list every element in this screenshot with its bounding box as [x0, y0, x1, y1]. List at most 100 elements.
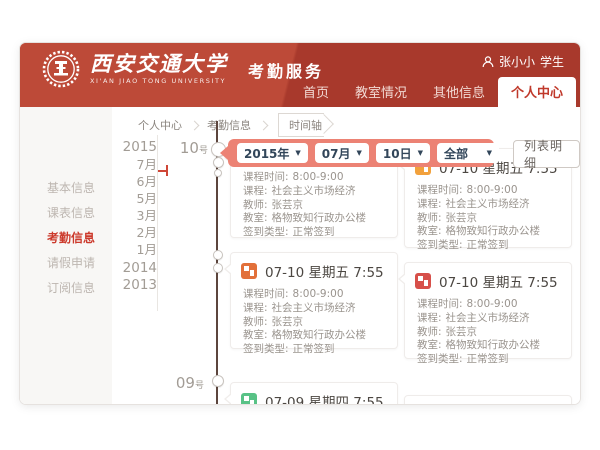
field-label: 教师: — [243, 199, 268, 211]
tnav-month-7[interactable]: 7月 — [115, 156, 157, 173]
field-value: 张芸京 — [272, 199, 304, 211]
day-dropdown[interactable]: 10日 ▼ — [376, 143, 430, 163]
card-fields: 课程时间:8:00-9:00 课程:社会主义市场经济 教师:张芸京 教室:格物致… — [231, 286, 397, 366]
card-header: 07-09 星期四 7:55 — [231, 383, 397, 404]
field-value: 社会主义市场经济 — [272, 185, 356, 197]
sidebar: 基本信息 课表信息 考勤信息 请假申请 订阅信息 — [20, 107, 112, 404]
sidebar-item-leave-request[interactable]: 请假申请 — [47, 254, 107, 271]
field-label: 教室: — [417, 225, 442, 237]
field-value: 8:00-9:00 — [293, 171, 344, 183]
breadcrumb-attendance-info[interactable]: 考勤信息 — [207, 117, 251, 133]
chevron-right-icon — [259, 121, 269, 131]
card-date-title: 07-09 星期四 7:55 — [265, 391, 384, 404]
status-badge-icon — [415, 273, 431, 289]
field-value: 社会主义市场经济 — [272, 302, 356, 314]
chevron-down-icon: ▼ — [487, 149, 492, 157]
attendance-card: 07-09 星期四 7:55 — [230, 382, 398, 404]
app-body: 基本信息 课表信息 考勤信息 请假申请 订阅信息 个人中心 考勤信息 时间轴 2… — [20, 107, 580, 404]
field-label: 教师: — [417, 212, 442, 224]
card-header: 07-10 星期五 7:55 — [405, 263, 571, 296]
university-name-en: XI'AN JIAO TONG UNIVERSITY — [90, 78, 228, 85]
list-detail-button[interactable]: 列表明细 — [513, 140, 580, 168]
selected-month-marker-bar — [166, 165, 168, 176]
field-label: 课程时间: — [243, 171, 289, 183]
timeline-node — [213, 263, 223, 273]
tnav-year-2013[interactable]: 2013 — [115, 277, 157, 294]
field-value: 张芸京 — [272, 316, 304, 328]
tnav-month-2[interactable]: 2月 — [115, 224, 157, 241]
university-name-cn: 西安交通大学 — [90, 53, 228, 74]
sidebar-item-subscription-info[interactable]: 订阅信息 — [47, 279, 107, 296]
chevron-down-icon: ▼ — [357, 149, 362, 157]
chevron-down-icon: ▼ — [418, 149, 423, 157]
tnav-year-2014[interactable]: 2014 — [115, 260, 157, 277]
tnav-month-5[interactable]: 5月 — [115, 190, 157, 207]
nav-personal-center[interactable]: 个人中心 — [498, 77, 576, 107]
field-value: 格物致知行政办公楼 — [272, 329, 367, 341]
nav-other-info[interactable]: 其他信息 — [420, 77, 498, 107]
type-dropdown[interactable]: 全部 ▼ — [437, 143, 499, 163]
field-value: 社会主义市场经济 — [446, 312, 530, 324]
nav-classroom[interactable]: 教室情况 — [342, 77, 420, 107]
month-dropdown[interactable]: 07月 ▼ — [315, 143, 369, 163]
filter-bar: 2015年 ▼ 07月 ▼ 10日 ▼ 全部 ▼ — [228, 139, 494, 167]
sidebar-item-attendance-info[interactable]: 考勤信息 — [47, 229, 107, 246]
timeline-node — [214, 169, 222, 177]
field-label: 课程: — [417, 312, 442, 324]
field-value: 正常签到 — [467, 353, 509, 365]
nav-home[interactable]: 首页 — [290, 77, 342, 107]
app-header: 西安交通大学 XI'AN JIAO TONG UNIVERSITY 考勤服务 张… — [20, 43, 580, 107]
card-header: 07-10 星期五 7:55 — [231, 253, 397, 286]
user-info[interactable]: 张小小 学生 — [482, 53, 564, 70]
sidebar-item-schedule-info[interactable]: 课表信息 — [47, 204, 107, 221]
attendance-card: 07-10 星期五 7:55 课程时间:8:00-9:00 课程:社会主义市场经… — [230, 252, 398, 349]
page: 西安交通大学 XI'AN JIAO TONG UNIVERSITY 考勤服务 张… — [0, 0, 600, 450]
field-value: 张芸京 — [446, 326, 478, 338]
chevron-right-icon — [190, 121, 200, 131]
field-label: 教室: — [243, 329, 268, 341]
breadcrumb-personal-center[interactable]: 个人中心 — [138, 117, 182, 133]
timeline-day-label-09: 09号 — [168, 374, 204, 392]
field-value: 格物致知行政办公楼 — [272, 212, 367, 224]
tnav-month-6[interactable]: 6月 — [115, 173, 157, 190]
sidebar-item-basic-info[interactable]: 基本信息 — [47, 179, 107, 196]
field-value: 社会主义市场经济 — [446, 198, 530, 210]
field-label: 教师: — [243, 316, 268, 328]
tnav-year-2015[interactable]: 2015 — [115, 139, 157, 156]
field-value: 张芸京 — [446, 212, 478, 224]
field-value: 格物致知行政办公楼 — [446, 339, 541, 351]
field-label: 教室: — [417, 339, 442, 351]
status-badge-icon — [241, 393, 257, 404]
field-value: 正常签到 — [293, 343, 335, 355]
selected-month-marker — [158, 170, 166, 172]
field-label: 课程时间: — [417, 298, 463, 310]
field-label: 教师: — [417, 326, 442, 338]
timeline-nav-divider — [157, 135, 158, 311]
field-label: 签到类型: — [417, 353, 463, 365]
breadcrumb: 个人中心 考勤信息 时间轴 — [138, 113, 324, 137]
field-label: 课程: — [243, 302, 268, 314]
field-label: 签到类型: — [243, 226, 289, 238]
status-badge-icon — [241, 263, 257, 279]
timeline-year-month-nav: 2015 7月 6月 5月 3月 2月 1月 2014 2013 — [115, 139, 157, 294]
timeline-node — [212, 375, 224, 387]
tnav-month-3[interactable]: 3月 — [115, 207, 157, 224]
chevron-down-icon: ▼ — [295, 149, 300, 157]
field-value: 8:00-9:00 — [293, 288, 344, 300]
breadcrumb-timeline-current[interactable]: 时间轴 — [278, 113, 324, 137]
user-role: 学生 — [540, 53, 564, 70]
field-label: 教室: — [243, 212, 268, 224]
field-value: 格物致知行政办公楼 — [446, 225, 541, 237]
card-fields: 课程时间:8:00-9:00 课程:社会主义市场经济 教师:张芸京 教室:格物致… — [405, 182, 571, 262]
card-date-title: 07-10 星期五 7:55 — [439, 271, 558, 291]
user-name: 张小小 — [499, 53, 535, 70]
field-value: 8:00-9:00 — [467, 184, 518, 196]
attendance-card — [404, 395, 572, 404]
field-value: 正常签到 — [293, 226, 335, 238]
card-fields: 课程时间:8:00-9:00 课程:社会主义市场经济 教师:张芸京 教室:格物致… — [405, 296, 571, 376]
year-dropdown[interactable]: 2015年 ▼ — [237, 143, 308, 163]
tnav-month-1[interactable]: 1月 — [115, 241, 157, 258]
university-logo-icon — [42, 50, 80, 88]
app-window: 西安交通大学 XI'AN JIAO TONG UNIVERSITY 考勤服务 张… — [20, 43, 580, 404]
timeline-day-label-10: 10号 — [172, 139, 208, 157]
